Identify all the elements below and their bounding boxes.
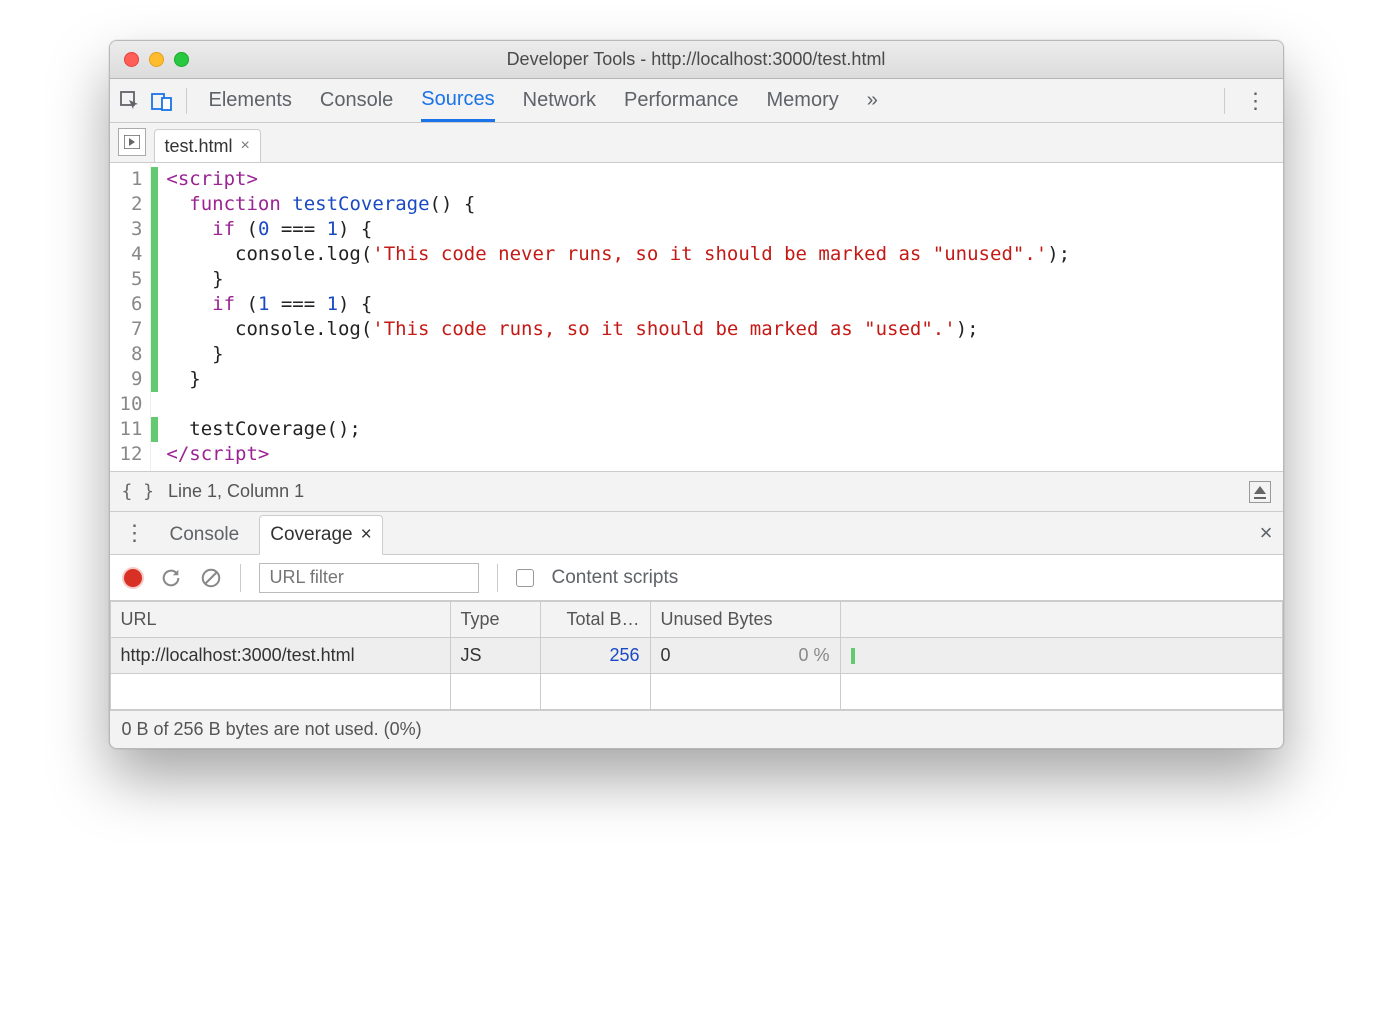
window-title: Developer Tools - http://localhost:3000/… [110, 49, 1283, 70]
close-drawer-tab-icon[interactable]: × [361, 524, 372, 546]
cell-unused-bytes: 0 0 % [650, 638, 840, 674]
coverage-markers [151, 163, 158, 471]
inspect-element-icon[interactable] [118, 89, 142, 113]
coverage-table: URL Type Total B… Unused Bytes http://lo… [110, 601, 1283, 710]
file-tab-test-html[interactable]: test.html × [154, 129, 261, 162]
table-row[interactable]: http://localhost:3000/test.html JS 256 0… [110, 638, 1282, 674]
drawer-menu-icon[interactable]: ⋮ [120, 520, 150, 546]
drawer-tab-bar: ⋮ Console Coverage × × [110, 511, 1283, 555]
record-button[interactable] [124, 569, 142, 587]
cell-type: JS [450, 638, 540, 674]
file-tab-label: test.html [165, 136, 233, 157]
close-file-tab-icon[interactable]: × [241, 137, 250, 155]
settings-menu-icon[interactable]: ⋮ [1237, 88, 1275, 114]
file-tab-bar: test.html × [110, 123, 1283, 163]
drawer-tab-console[interactable]: Console [160, 516, 250, 554]
col-url[interactable]: URL [110, 602, 450, 638]
table-row [110, 674, 1282, 710]
table-header-row: URL Type Total B… Unused Bytes [110, 602, 1282, 638]
col-type[interactable]: Type [450, 602, 540, 638]
panel-tabs: Elements Console Sources Network Perform… [209, 79, 878, 122]
cursor-position: Line 1, Column 1 [168, 481, 304, 502]
col-unused-bytes[interactable]: Unused Bytes [650, 602, 840, 638]
cell-url: http://localhost:3000/test.html [110, 638, 450, 674]
clear-icon[interactable] [200, 567, 222, 589]
drawer-tab-coverage[interactable]: Coverage × [259, 515, 383, 555]
main-toolbar: Elements Console Sources Network Perform… [110, 79, 1283, 123]
content-scripts-label: Content scripts [552, 567, 679, 589]
content-scripts-checkbox[interactable] [516, 569, 534, 587]
separator [186, 88, 187, 114]
cell-total-bytes: 256 [540, 638, 650, 674]
drawer-tab-coverage-label: Coverage [270, 524, 352, 546]
tab-console[interactable]: Console [320, 79, 393, 122]
navigator-toggle-icon[interactable] [118, 128, 146, 156]
coverage-summary: 0 B of 256 B bytes are not used. (0%) [110, 710, 1283, 748]
coverage-toolbar: Content scripts [110, 555, 1283, 601]
code-editor[interactable]: 123456789101112 <script> function testCo… [110, 163, 1283, 471]
editor-status-bar: { } Line 1, Column 1 [110, 471, 1283, 511]
col-total-bytes[interactable]: Total B… [540, 602, 650, 638]
col-usage-bar[interactable] [840, 602, 1282, 638]
pretty-print-icon[interactable]: { } [122, 481, 155, 502]
tabs-overflow[interactable]: » [867, 79, 878, 122]
titlebar: Developer Tools - http://localhost:3000/… [110, 41, 1283, 79]
separator [497, 564, 498, 592]
tab-sources[interactable]: Sources [421, 79, 494, 122]
close-drawer-icon[interactable]: × [1260, 520, 1273, 546]
reload-icon[interactable] [160, 567, 182, 589]
url-filter-input[interactable] [259, 563, 479, 593]
tab-performance[interactable]: Performance [624, 79, 739, 122]
tab-network[interactable]: Network [523, 79, 596, 122]
separator [1224, 88, 1225, 114]
separator [240, 564, 241, 592]
devtools-window: Developer Tools - http://localhost:3000/… [109, 40, 1284, 749]
device-toolbar-icon[interactable] [150, 89, 174, 113]
tab-elements[interactable]: Elements [209, 79, 292, 122]
cell-usage-bar [840, 638, 1282, 674]
code-content[interactable]: <script> function testCoverage() { if (0… [158, 163, 1070, 471]
tab-memory[interactable]: Memory [767, 79, 839, 122]
collapse-drawer-icon[interactable] [1249, 481, 1271, 503]
line-gutter: 123456789101112 [110, 163, 152, 471]
